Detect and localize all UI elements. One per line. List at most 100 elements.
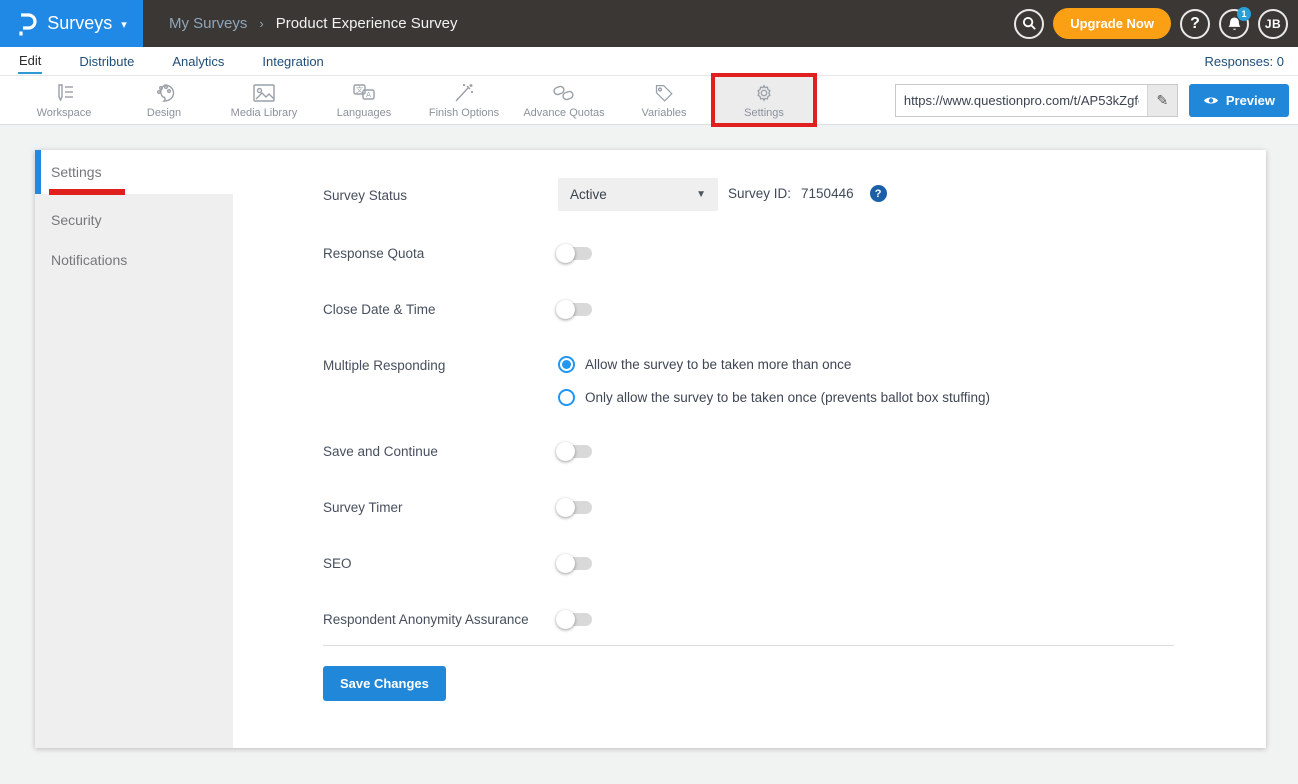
toolbar-media-library[interactable]: Media Library xyxy=(214,76,314,124)
toolbar-workspace[interactable]: Workspace xyxy=(14,76,114,124)
toggle-knob xyxy=(556,498,575,517)
module-nav: Edit Distribute Analytics Integration Re… xyxy=(0,47,1298,76)
tab-distribute[interactable]: Distribute xyxy=(78,49,135,73)
breadcrumb-survey-title: Product Experience Survey xyxy=(276,15,458,32)
annotation-red-underline xyxy=(49,189,125,195)
upgrade-now-button[interactable]: Upgrade Now xyxy=(1053,8,1171,39)
svg-text:文: 文 xyxy=(356,85,363,94)
product-name: Surveys xyxy=(47,13,112,34)
toggle-knob xyxy=(556,244,575,263)
radio-only-once[interactable]: Only allow the survey to be taken once (… xyxy=(558,389,990,406)
toolbar-design-label: Design xyxy=(147,107,181,119)
notification-badge: 1 xyxy=(1237,7,1251,21)
close-date-time-row: Close Date & Time xyxy=(323,300,1266,317)
question-mark-icon: ? xyxy=(1190,15,1200,33)
settings-sidebar: Settings Security Notifications xyxy=(35,150,233,748)
responses-count: Responses: 0 xyxy=(1205,54,1285,69)
variables-icon xyxy=(652,82,676,104)
toolbar-media-library-label: Media Library xyxy=(231,107,298,119)
survey-id-group: Survey ID: 7150446 ? xyxy=(728,185,887,202)
save-and-continue-label: Save and Continue xyxy=(323,442,558,459)
sidebar-item-settings[interactable]: Settings xyxy=(35,150,233,194)
advance-quotas-icon xyxy=(551,82,577,104)
product-switcher[interactable]: Surveys ▾ xyxy=(0,0,143,47)
toolbar-languages[interactable]: 文 A Languages xyxy=(314,76,414,124)
multiple-responding-label: Multiple Responding xyxy=(323,356,558,373)
toolbar-variables[interactable]: Variables xyxy=(614,76,714,124)
close-date-time-label: Close Date & Time xyxy=(323,300,558,317)
survey-timer-toggle[interactable] xyxy=(558,501,592,514)
toolbar-variables-label: Variables xyxy=(641,107,686,119)
save-and-continue-row: Save and Continue xyxy=(323,442,1266,459)
toolbar-settings[interactable]: Settings xyxy=(714,76,814,124)
survey-status-select[interactable]: Active ▼ xyxy=(558,178,718,211)
questionpro-logo-icon xyxy=(16,11,38,37)
toolbar-advance-quotas[interactable]: Advance Quotas xyxy=(514,76,614,124)
toolbar-settings-label: Settings xyxy=(744,107,784,119)
settings-card: Settings Security Notifications Survey S… xyxy=(35,150,1266,748)
preview-button[interactable]: Preview xyxy=(1189,84,1289,117)
edit-toolbar: Workspace Design Media Library 文 A Langu… xyxy=(0,76,1298,125)
toolbar-finish-options-label: Finish Options xyxy=(429,107,499,119)
languages-icon: 文 A xyxy=(351,82,377,104)
close-date-time-toggle[interactable] xyxy=(558,303,592,316)
seo-label: SEO xyxy=(323,554,558,571)
breadcrumb-separator-icon: › xyxy=(259,16,263,31)
settings-form: Survey Status Active ▼ Survey ID: 715044… xyxy=(233,150,1266,748)
save-and-continue-toggle[interactable] xyxy=(558,445,592,458)
survey-status-value: Active xyxy=(570,187,607,202)
toolbar-finish-options[interactable]: Finish Options xyxy=(414,76,514,124)
chevron-down-icon: ▼ xyxy=(696,189,706,200)
survey-timer-label: Survey Timer xyxy=(323,498,558,515)
eye-icon xyxy=(1203,95,1219,106)
tab-analytics[interactable]: Analytics xyxy=(171,49,225,73)
workspace-icon xyxy=(52,82,76,104)
breadcrumb-my-surveys[interactable]: My Surveys xyxy=(169,15,247,32)
survey-id-help-icon[interactable]: ? xyxy=(870,185,887,202)
tab-edit[interactable]: Edit xyxy=(18,48,42,74)
search-button[interactable] xyxy=(1014,9,1044,39)
active-indicator-bar xyxy=(35,150,41,194)
sidebar-item-settings-label: Settings xyxy=(51,164,102,180)
radio-selected-icon xyxy=(558,356,575,373)
save-changes-button[interactable]: Save Changes xyxy=(323,666,446,701)
sidebar-group: Security Notifications xyxy=(35,194,233,748)
survey-id-label: Survey ID: xyxy=(728,186,791,201)
user-avatar[interactable]: JB xyxy=(1258,9,1288,39)
settings-gear-icon xyxy=(752,82,776,104)
sidebar-item-notifications[interactable]: Notifications xyxy=(35,240,233,280)
survey-url-input[interactable] xyxy=(896,85,1147,116)
pencil-icon: ✎ xyxy=(1156,92,1168,109)
toolbar-design[interactable]: Design xyxy=(114,76,214,124)
edit-url-button[interactable]: ✎ xyxy=(1147,85,1177,116)
chevron-down-icon: ▾ xyxy=(121,18,127,31)
survey-url-box: ✎ xyxy=(895,84,1178,117)
toggle-knob xyxy=(556,610,575,629)
radio-allow-multiple[interactable]: Allow the survey to be taken more than o… xyxy=(558,356,990,373)
preview-button-label: Preview xyxy=(1226,93,1275,108)
survey-timer-row: Survey Timer xyxy=(323,498,1266,515)
help-button[interactable]: ? xyxy=(1180,9,1210,39)
response-quota-toggle[interactable] xyxy=(558,247,592,260)
top-header: Surveys ▾ My Surveys › Product Experienc… xyxy=(0,0,1298,47)
finish-options-icon xyxy=(452,82,476,104)
survey-id-value: 7150446 xyxy=(801,186,854,201)
form-divider xyxy=(323,645,1174,646)
toggle-knob xyxy=(556,300,575,319)
main-content: Settings Security Notifications Survey S… xyxy=(0,125,1298,748)
breadcrumb: My Surveys › Product Experience Survey xyxy=(169,15,457,32)
svg-text:A: A xyxy=(366,91,371,99)
seo-row: SEO xyxy=(323,554,1266,571)
design-icon xyxy=(152,82,176,104)
respondent-anonymity-toggle[interactable] xyxy=(558,613,592,626)
notifications-button[interactable]: 1 xyxy=(1219,9,1249,39)
multiple-responding-options: Allow the survey to be taken more than o… xyxy=(558,356,990,406)
sidebar-item-security[interactable]: Security xyxy=(35,200,233,240)
respondent-anonymity-row: Respondent Anonymity Assurance xyxy=(323,610,1266,627)
media-library-icon xyxy=(251,82,277,104)
toggle-knob xyxy=(556,554,575,573)
tab-integration[interactable]: Integration xyxy=(261,49,324,73)
seo-toggle[interactable] xyxy=(558,557,592,570)
radio-unselected-icon xyxy=(558,389,575,406)
search-icon xyxy=(1022,16,1037,31)
